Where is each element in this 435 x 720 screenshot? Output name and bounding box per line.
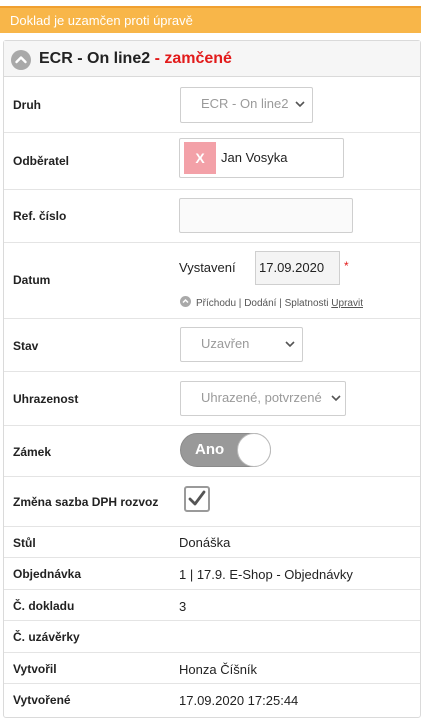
ref-label: Ref. číslo [13,209,67,223]
collapse-button[interactable] [11,50,31,70]
required-mark: * [344,259,349,273]
locked-banner: Doklad je uzamčen proti úpravě [0,6,421,33]
row-cislo-uzaverky: Č. uzávěrky [4,621,420,653]
vystaveni-date-input[interactable]: 17.09.2020 [255,251,340,285]
stul-value: Donáška [179,535,231,550]
link-upravit[interactable]: Upravit [331,298,363,309]
remove-customer-button[interactable]: X [184,142,216,174]
row-vytvorene: Vytvořené 17.09.2020 17:25:44 [4,684,420,717]
row-stav: Stav Uzavřen [4,319,420,372]
vystaveni-label: Vystavení [179,260,236,275]
chevron-down-icon [295,101,305,108]
ref-input[interactable] [179,198,353,233]
panel-header: ECR - On line2 - zamčené [4,41,420,77]
stav-select[interactable]: Uzavřen [180,327,303,362]
checkmark-icon [188,490,206,506]
dph-checkbox[interactable] [184,486,210,512]
druh-label: Druh [13,98,41,112]
row-uhrazenost: Uhrazenost Uhrazené, potvrzené [4,372,420,426]
row-datum: Datum Vystavení 17.09.2020 * Příchodu | … [4,243,420,319]
link-prichodu[interactable]: Příchodu [196,298,236,309]
date-links: Příchodu | Dodání | Splatnosti Upravit [180,296,363,309]
row-cislo-dokladu: Č. dokladu 3 [4,590,420,621]
separator: | [236,298,245,309]
objednavka-label: Objednávka [13,567,82,581]
chevron-up-icon [15,56,27,64]
separator: | [276,298,285,309]
panel-title: ECR - On line2 - zamčené [39,50,232,68]
chevron-down-icon [331,395,341,402]
cislo-uzaverky-label: Č. uzávěrky [13,630,80,644]
customer-field[interactable]: X Jan Vosyka [179,138,344,178]
row-stul: Stůl Donáška [4,527,420,558]
link-dodani[interactable]: Dodání [244,298,276,309]
vytvoril-value: Honza Číšník [179,662,258,677]
lock-toggle[interactable]: Ano [180,433,271,467]
document-panel: ECR - On line2 - zamčené Druh ECR - On l… [3,40,421,718]
dph-label: Změna sazba DPH rozvoz [13,495,159,509]
row-odberatel: Odběratel X Jan Vosyka [4,133,420,190]
lock-toggle-label: Ano [195,441,225,458]
uhrazenost-label: Uhrazenost [13,392,79,406]
chevron-up-icon[interactable] [180,296,191,307]
uhrazenost-select-value: Uhrazené, potvrzené [201,390,322,405]
row-zamek: Zámek Ano [4,426,420,477]
locked-status: - zamčené [150,50,232,67]
vytvoril-label: Vytvořil [13,662,57,676]
link-splatnosti[interactable]: Splatnosti [285,298,329,309]
row-dph: Změna sazba DPH rozvoz [4,477,420,527]
odberatel-label: Odběratel [13,154,70,168]
druh-select-value: ECR - On line2 [201,96,289,111]
row-objednavka: Objednávka 1 | 17.9. E-Shop - Objednávky [4,558,420,590]
stav-label: Stav [13,339,39,353]
uhrazenost-select[interactable]: Uhrazené, potvrzené [180,381,346,416]
objednavka-value[interactable]: 1 | 17.9. E-Shop - Objednávky [179,567,353,582]
panel-title-text: ECR - On line2 [39,50,151,67]
chevron-down-icon [285,341,295,348]
stav-select-value: Uzavřen [201,336,250,351]
row-ref: Ref. číslo [4,190,420,243]
customer-name: Jan Vosyka [221,150,288,165]
row-vytvoril: Vytvořil Honza Číšník [4,653,420,684]
vytvorene-value: 17.09.2020 17:25:44 [179,693,299,708]
row-druh: Druh ECR - On line2 [4,77,420,133]
vytvorene-label: Vytvořené [13,693,71,707]
zamek-label: Zámek [13,445,52,459]
toggle-knob [237,433,271,467]
cislo-dokladu-label: Č. dokladu [13,599,75,613]
cislo-dokladu-value: 3 [179,599,187,614]
stul-label: Stůl [13,536,36,550]
datum-label: Datum [13,273,51,287]
druh-select[interactable]: ECR - On line2 [180,87,313,123]
